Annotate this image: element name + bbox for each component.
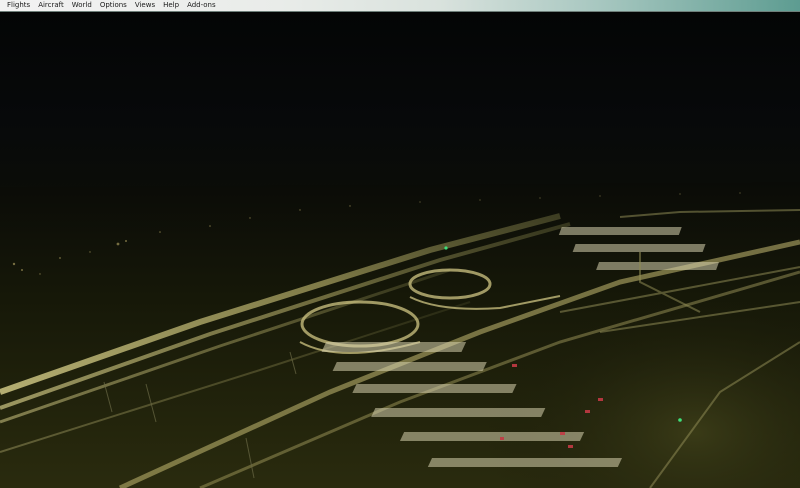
- night-sky: [0, 12, 800, 192]
- menu-flights[interactable]: Flights: [3, 0, 34, 11]
- menu-help[interactable]: Help: [159, 0, 183, 11]
- menu-world[interactable]: World: [68, 0, 96, 11]
- menu-options[interactable]: Options: [96, 0, 131, 11]
- menu-items: Flights Aircraft World Options Views Hel…: [3, 0, 220, 11]
- menu-views[interactable]: Views: [131, 0, 159, 11]
- menu-addons[interactable]: Add-ons: [183, 0, 220, 11]
- menu-aircraft[interactable]: Aircraft: [34, 0, 68, 11]
- flight-simulator-window: Flights Aircraft World Options Views Hel…: [0, 0, 800, 488]
- menu-bar: Flights Aircraft World Options Views Hel…: [0, 0, 800, 12]
- night-aerial-scenery: [0, 12, 800, 488]
